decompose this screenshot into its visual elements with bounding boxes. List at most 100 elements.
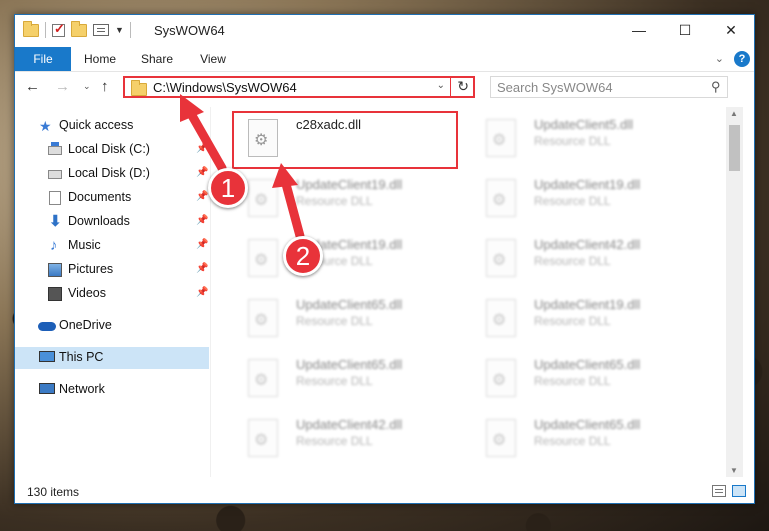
sidebar-item-label: This PC [59,350,104,364]
address-path[interactable]: C:\Windows\SysWOW64 [153,80,297,95]
sidebar-item-downloads[interactable]: ⬇ Downloads 📌 [15,211,209,233]
file-item[interactable]: UpdateClient19.dll Resource DLL [472,173,697,229]
file-item[interactable]: UpdateClient5.dll Resource DLL [472,113,697,169]
file-item[interactable]: UpdateClient19.dll Resource DLL [234,173,459,229]
properties-icon[interactable] [93,24,109,36]
pin-icon: 📌 [196,191,209,202]
sidebar-item-label: Music [68,238,101,252]
annotation-badge-2: 2 [283,236,323,276]
tab-file[interactable]: File [15,47,71,71]
large-icons-view-icon[interactable] [732,485,746,497]
help-icon[interactable]: ? [734,51,750,67]
dll-file-icon [486,179,516,217]
sidebar-item-network[interactable]: Network [15,379,209,401]
file-item[interactable]: UpdateClient42.dll Resource DLL [472,233,697,289]
pin-icon: 📌 [196,263,209,274]
file-name: UpdateClient42.dll [534,237,641,252]
vertical-scrollbar[interactable]: ▲ ▼ [726,107,743,477]
tab-view[interactable]: View [189,47,237,71]
folder-icon [131,80,147,96]
sidebar-item-label: Downloads [68,214,130,228]
forward-arrow-icon[interactable]: → [55,78,70,95]
address-separator [450,78,451,96]
file-highlight-box [232,111,458,169]
file-item[interactable]: UpdateClient19.dll Resource DLL [472,293,697,349]
file-item[interactable]: UpdateClient65.dll Resource DLL [472,353,697,409]
scroll-up-icon[interactable]: ▲ [730,109,738,118]
sidebar-item-label: Local Disk (C:) [68,142,150,156]
toolbar-separator [129,22,131,38]
dll-file-icon [248,239,278,277]
pin-icon: 📌 [196,239,209,250]
close-button[interactable]: ✕ [708,15,754,45]
minimize-button[interactable]: — [616,15,662,45]
up-arrow-icon[interactable]: ↑ [101,78,109,95]
dll-file-icon [486,239,516,277]
pictures-icon [48,263,62,277]
sidebar-item-pictures[interactable]: Pictures 📌 [15,259,209,281]
file-item[interactable]: UpdateClient19.dll Resource DLL [234,233,459,289]
file-type: Resource DLL [534,434,611,448]
drive-icon [48,142,62,155]
file-item[interactable]: UpdateClient65.dll Resource DLL [234,293,459,349]
pane-divider[interactable] [210,107,211,477]
pin-icon: 📌 [196,287,209,298]
download-arrow-icon: ⬇ [49,213,62,230]
window-title: SysWOW64 [154,23,225,38]
file-type: Resource DLL [296,374,373,388]
sidebar-item-documents[interactable]: Documents 📌 [15,187,209,209]
file-name: UpdateClient19.dll [534,177,641,192]
details-view-icon[interactable] [712,485,726,497]
customize-toolbar-icon[interactable]: ▼ [115,25,124,35]
dll-file-icon [248,179,278,217]
pin-icon: 📌 [196,215,209,226]
sidebar-item-music[interactable]: ♪ Music 📌 [15,235,209,257]
pin-icon: 📌 [196,167,209,178]
maximize-button[interactable]: ☐ [662,15,708,45]
tab-share[interactable]: Share [129,47,185,71]
window-controls: — ☐ ✕ [616,15,754,45]
address-bar[interactable]: C:\Windows\SysWOW64 ⌄ ↻ [123,76,475,98]
file-name: UpdateClient65.dll [534,417,641,432]
properties-check-icon[interactable] [52,21,65,37]
dll-file-icon [248,359,278,397]
file-item[interactable]: UpdateClient42.dll Resource DLL [234,413,459,469]
tab-home[interactable]: Home [75,47,125,71]
recent-locations-icon[interactable]: ⌄ [83,81,91,92]
scroll-thumb[interactable] [729,125,740,171]
back-arrow-icon[interactable]: ← [25,78,40,95]
navigation-pane: ★ Quick access Local Disk (C:) 📌 Local D… [15,107,209,477]
sidebar-item-local-disk-d[interactable]: Local Disk (D:) 📌 [15,163,209,185]
search-placeholder: Search SysWOW64 [497,80,613,95]
sidebar-item-label: Documents [68,190,132,204]
expand-ribbon-icon[interactable]: ⌄ [715,52,724,65]
refresh-icon[interactable]: ↻ [457,78,469,95]
file-type: Resource DLL [534,194,611,208]
file-type: Resource DLL [296,314,373,328]
dll-file-icon [486,419,516,457]
file-type: Resource DLL [534,314,611,328]
drive-icon [48,170,62,179]
file-item[interactable]: UpdateClient65.dll Resource DLL [234,353,459,409]
documents-icon [49,191,61,205]
file-name: UpdateClient65.dll [296,357,403,372]
sidebar-item-label: Network [59,382,105,396]
new-folder-icon[interactable] [71,20,87,37]
computer-icon [39,351,55,362]
scroll-down-icon[interactable]: ▼ [730,466,738,475]
sidebar-item-local-disk-c[interactable]: Local Disk (C:) 📌 [15,139,209,161]
status-bar: 130 items [15,481,754,503]
item-count: 130 items [27,485,80,499]
sidebar-item-quick-access[interactable]: ★ Quick access [15,115,209,137]
address-dropdown-icon[interactable]: ⌄ [437,80,445,91]
sidebar-item-onedrive[interactable]: OneDrive [15,315,209,337]
sidebar-item-label: Pictures [68,262,114,276]
cloud-icon [38,322,56,331]
search-icon[interactable]: ⚲ [711,79,721,95]
file-item[interactable]: UpdateClient65.dll Resource DLL [472,413,697,469]
annotation-badge-1: 1 [208,168,248,208]
sidebar-item-videos[interactable]: Videos 📌 [15,283,209,305]
sidebar-item-this-pc[interactable]: This PC [15,347,209,369]
ribbon-tabs: File Home Share View ⌄ ? [15,47,754,72]
search-input[interactable]: Search SysWOW64 ⚲ [490,76,728,98]
